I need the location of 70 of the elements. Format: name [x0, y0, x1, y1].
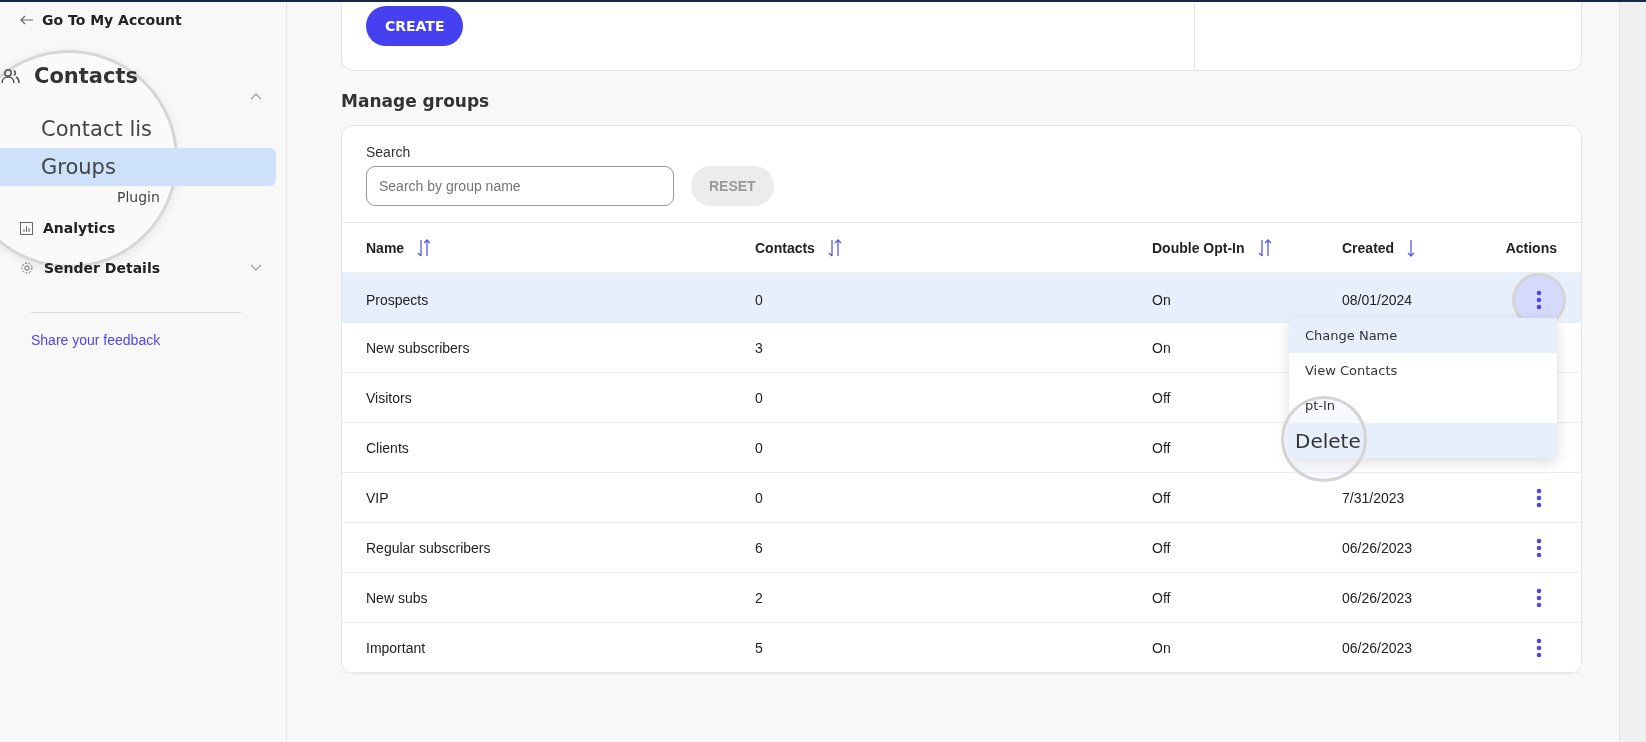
table-cell: Visitors: [366, 389, 412, 406]
chevron-down-icon[interactable]: [250, 264, 262, 272]
table-row[interactable]: Prospects 0 On 08/01/2024: [342, 273, 1581, 323]
menu-item[interactable]: pt-In: [1289, 388, 1557, 423]
table-cell: 06/26/2023: [1342, 589, 1413, 606]
menu-item[interactable]: Delete: [1289, 423, 1557, 458]
column-header: Contacts: [755, 239, 815, 256]
table-row[interactable]: VIP 0 Off 7/31/2023: [342, 473, 1581, 523]
nav-item[interactable]: Analytics: [20, 208, 276, 248]
table-cell: Clients: [366, 439, 409, 456]
table-cell: 06/26/2023: [1342, 539, 1413, 556]
people-icon: [0, 68, 20, 84]
gear-icon: [20, 261, 34, 275]
chart-icon: [20, 221, 33, 235]
more-vertical-icon: [1536, 290, 1542, 310]
table-cell: Off: [1152, 539, 1171, 556]
section-title: Manage groups: [341, 91, 491, 111]
column-header: Actions: [1505, 239, 1557, 256]
column-header: Name: [366, 239, 405, 256]
sort-icon[interactable]: [1256, 238, 1273, 257]
table-cell: On: [1152, 639, 1171, 656]
table-cell: 3: [755, 339, 763, 356]
column-header: Double Opt-In: [1152, 239, 1245, 256]
table-cell: 0: [755, 489, 763, 506]
nav-section[interactable]: Contacts: [0, 60, 276, 92]
table-cell: On: [1152, 339, 1171, 356]
nav-item[interactable]: Plugin: [0, 186, 276, 208]
table-cell: 6: [755, 539, 763, 556]
table-cell: Off: [1152, 489, 1171, 506]
search-label: Search: [366, 144, 412, 160]
more-vertical-icon: [1536, 637, 1542, 658]
arrow-left-icon: [20, 15, 34, 25]
table-cell: 08/01/2024: [1342, 292, 1413, 308]
table-cell: 06/26/2023: [1342, 639, 1413, 656]
table-cell: 7/31/2023: [1342, 489, 1405, 506]
menu-item[interactable]: Change Name: [1289, 318, 1557, 353]
nav-item[interactable]: Groups: [0, 148, 276, 186]
back-link[interactable]: Go To My Account: [20, 12, 276, 28]
table-cell: Off: [1152, 439, 1171, 456]
table-cell: Important: [366, 639, 426, 656]
more-vertical-icon: [1536, 537, 1542, 558]
table-cell: 0: [755, 292, 763, 308]
table-cell: Regular subscribers: [366, 539, 491, 556]
table-cell: 0: [755, 389, 763, 406]
table-cell: 2: [755, 589, 763, 606]
table-cell: 0: [755, 439, 763, 456]
chevron-up-icon[interactable]: [250, 92, 262, 100]
table-cell: On: [1152, 292, 1171, 308]
table-row[interactable]: Important 5 On 06/26/2023: [342, 623, 1581, 673]
table-cell: Off: [1152, 589, 1171, 606]
sort-icon[interactable]: [826, 238, 843, 257]
table-row[interactable]: Regular subscribers 6 Off 06/26/2023: [342, 523, 1581, 573]
table-cell: Off: [1152, 389, 1171, 406]
nav-item[interactable]: Sender Details: [20, 248, 276, 288]
create-button[interactable]: CREATE: [366, 6, 464, 46]
column-header: Created: [1342, 239, 1395, 256]
more-vertical-icon: [1536, 587, 1542, 608]
sort-down-icon[interactable]: [1406, 238, 1417, 257]
table-cell: VIP: [366, 489, 389, 506]
sort-icon[interactable]: [416, 238, 433, 257]
search-field[interactable]: Search by group name: [366, 166, 674, 206]
feedback-link[interactable]: Share your feedback: [31, 332, 161, 348]
table-row[interactable]: New subs 2 Off 06/26/2023: [342, 573, 1581, 623]
table-cell: New subs: [366, 589, 428, 606]
table-cell: New subscribers: [366, 339, 470, 356]
more-vertical-icon: [1536, 487, 1542, 508]
table-cell: Prospects: [366, 292, 429, 308]
table-cell: 5: [755, 639, 763, 656]
nav-item[interactable]: Contact lis: [0, 110, 276, 148]
scrollbar[interactable]: [1619, 2, 1646, 742]
